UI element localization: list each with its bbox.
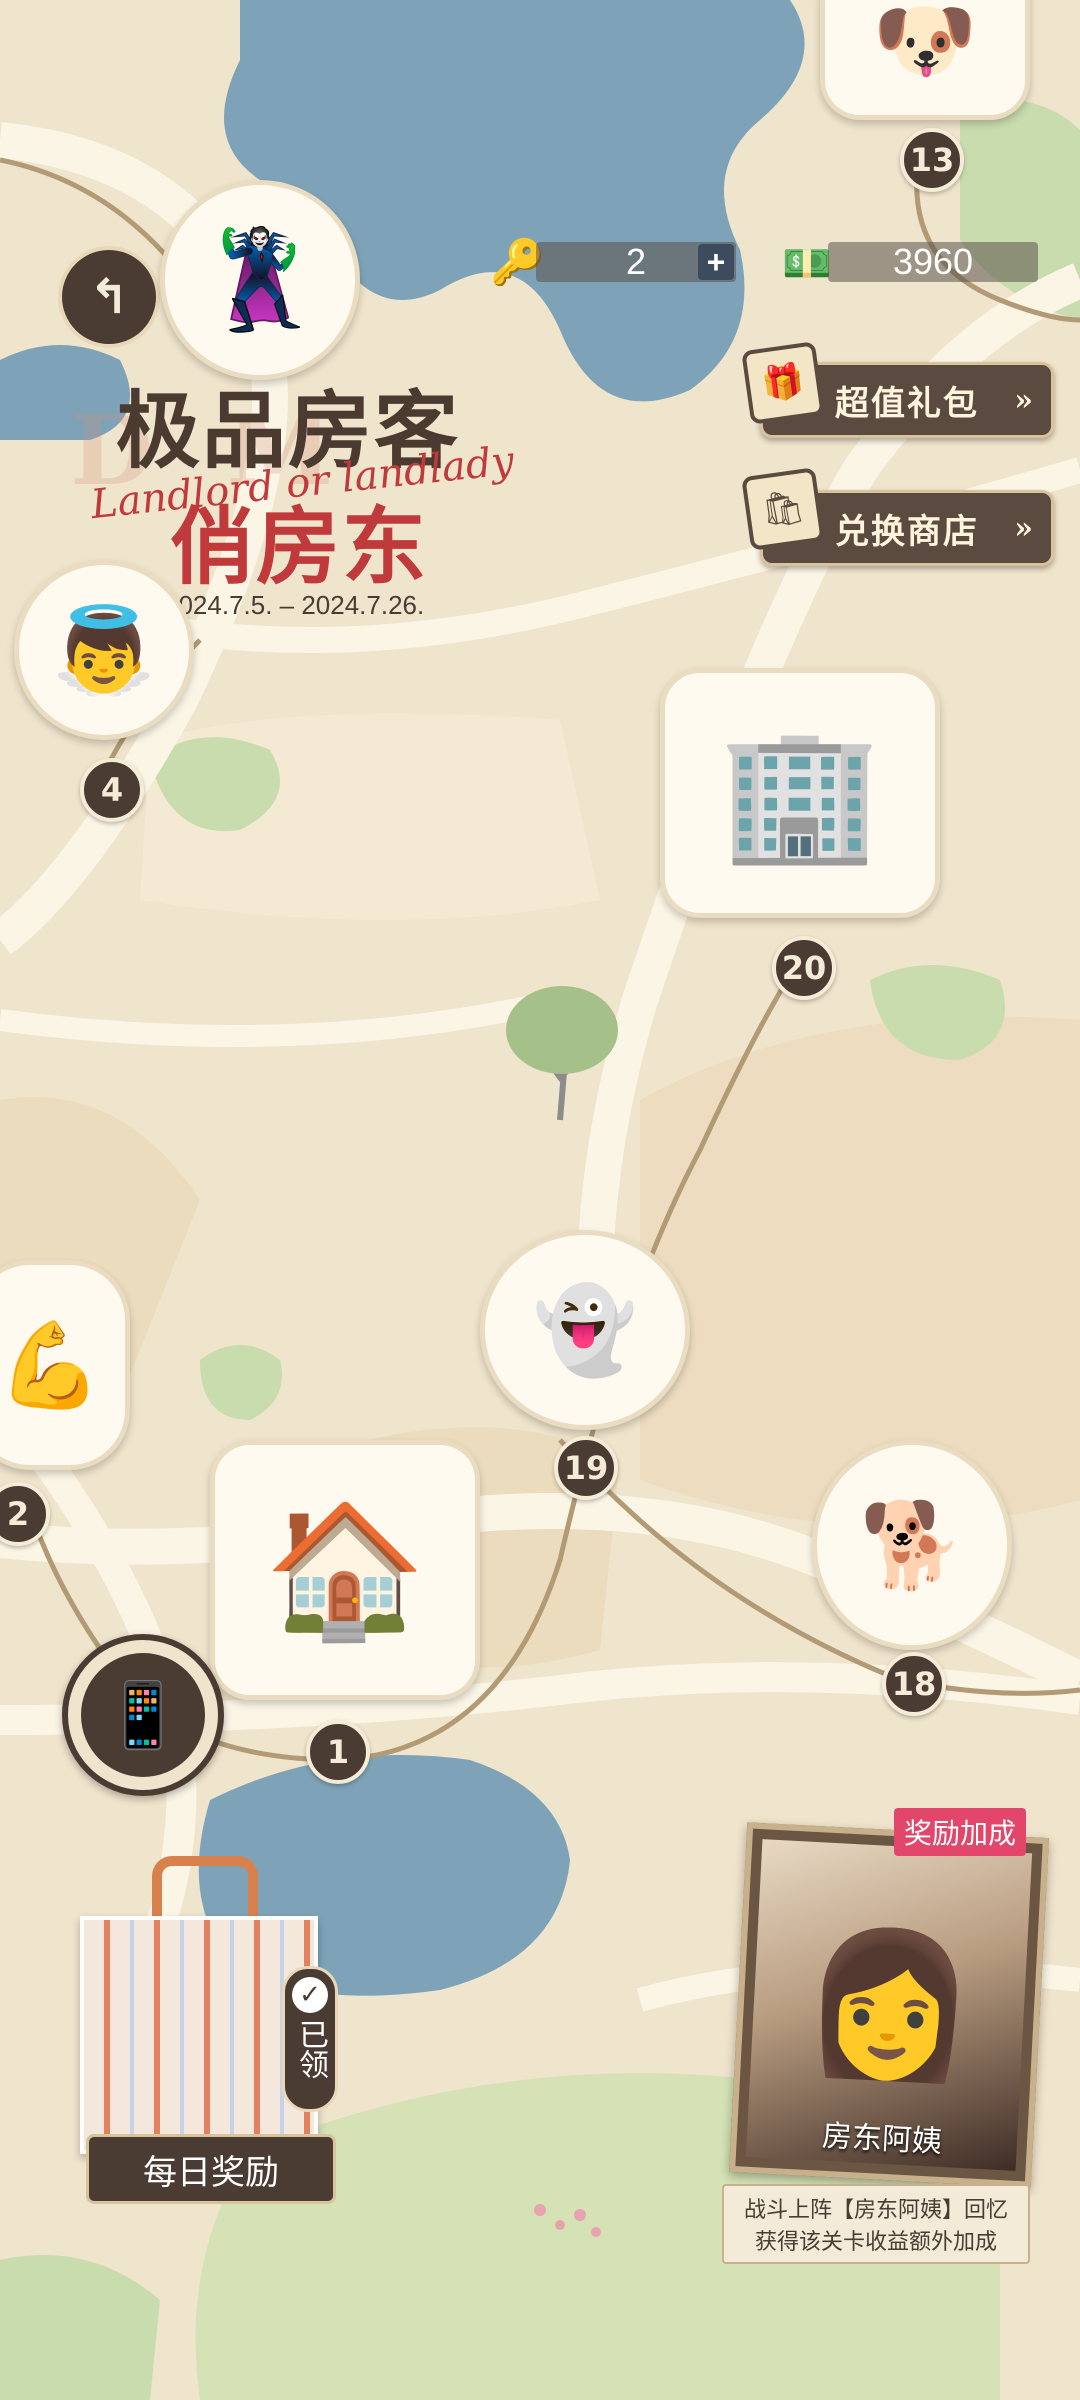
map-node-18[interactable]: 18 — [882, 1652, 946, 1716]
daily-reward-label[interactable]: 每日奖励 — [86, 2134, 336, 2204]
event-date-range: 2024.7.5. – 2024.7.26. — [164, 590, 425, 620]
phone-message-button[interactable]: 📱 — [62, 1634, 224, 1796]
bonus-character-card[interactable]: 👩 房东阿姨 — [729, 1822, 1049, 2188]
chevron-right-icon: » — [1014, 382, 1035, 418]
cash-count: 3960 — [828, 241, 1038, 282]
key-resource: 🔑 2 + — [490, 236, 750, 288]
dog-chef-sticker[interactable]: 🐶 — [820, 0, 1030, 120]
cash-icon: 💵 — [782, 241, 832, 287]
event-title-line2: 俏房东 — [170, 497, 429, 596]
map-node-4[interactable]: 4 — [80, 758, 144, 822]
house-building-sticker[interactable]: 🏠 — [210, 1440, 480, 1700]
shop-bag-icon: 🛍 — [741, 467, 825, 551]
muscle-thug-sticker[interactable]: 💪 — [0, 1260, 130, 1470]
apartment-building-sticker[interactable]: 🏢 — [660, 668, 940, 918]
boss-character-sticker[interactable]: 🦹 — [160, 180, 360, 380]
back-arrow-icon: ↰ — [88, 269, 130, 325]
exchange-shop-label: 兑换商店 — [835, 511, 979, 552]
map-node-1[interactable]: 1 — [306, 1720, 370, 1784]
bonus-description-line1: 战斗上阵【房东阿姨】回忆 — [743, 2198, 1008, 2223]
phone-message-icon: 📱 — [103, 1678, 183, 1753]
chevron-right-icon: » — [1014, 510, 1035, 546]
masked-angel-sticker[interactable]: 👼 — [14, 560, 194, 740]
map-node-19[interactable]: 19 — [554, 1436, 618, 1500]
claimed-label: 已领 — [293, 2019, 328, 2079]
back-button[interactable]: ↰ — [58, 246, 160, 348]
hooded-ghosts-sticker[interactable]: 👻 — [480, 1230, 690, 1430]
gift-box-icon: 🎁 — [741, 341, 825, 425]
claimed-badge: ✓ 已领 — [282, 1966, 338, 2112]
daily-reward-bag[interactable] — [80, 1856, 318, 2154]
value-pack-label: 超值礼包 — [835, 383, 979, 424]
bonus-tag: 奖励加成 — [894, 1808, 1027, 1856]
bonus-description: 战斗上阵【房东阿姨】回忆 获得该关卡收益额外加成 — [722, 2184, 1030, 2264]
bonus-description-line2: 获得该关卡收益额外加成 — [754, 2230, 997, 2255]
shiba-hero-sticker[interactable]: 🐕 — [812, 1440, 1012, 1650]
add-keys-button[interactable]: + — [698, 244, 734, 280]
map-node-13[interactable]: 13 — [900, 128, 964, 192]
cash-resource: 💵 3960 — [782, 236, 1042, 288]
map-node-20[interactable]: 20 — [772, 936, 836, 1000]
check-icon: ✓ — [292, 1977, 328, 2013]
